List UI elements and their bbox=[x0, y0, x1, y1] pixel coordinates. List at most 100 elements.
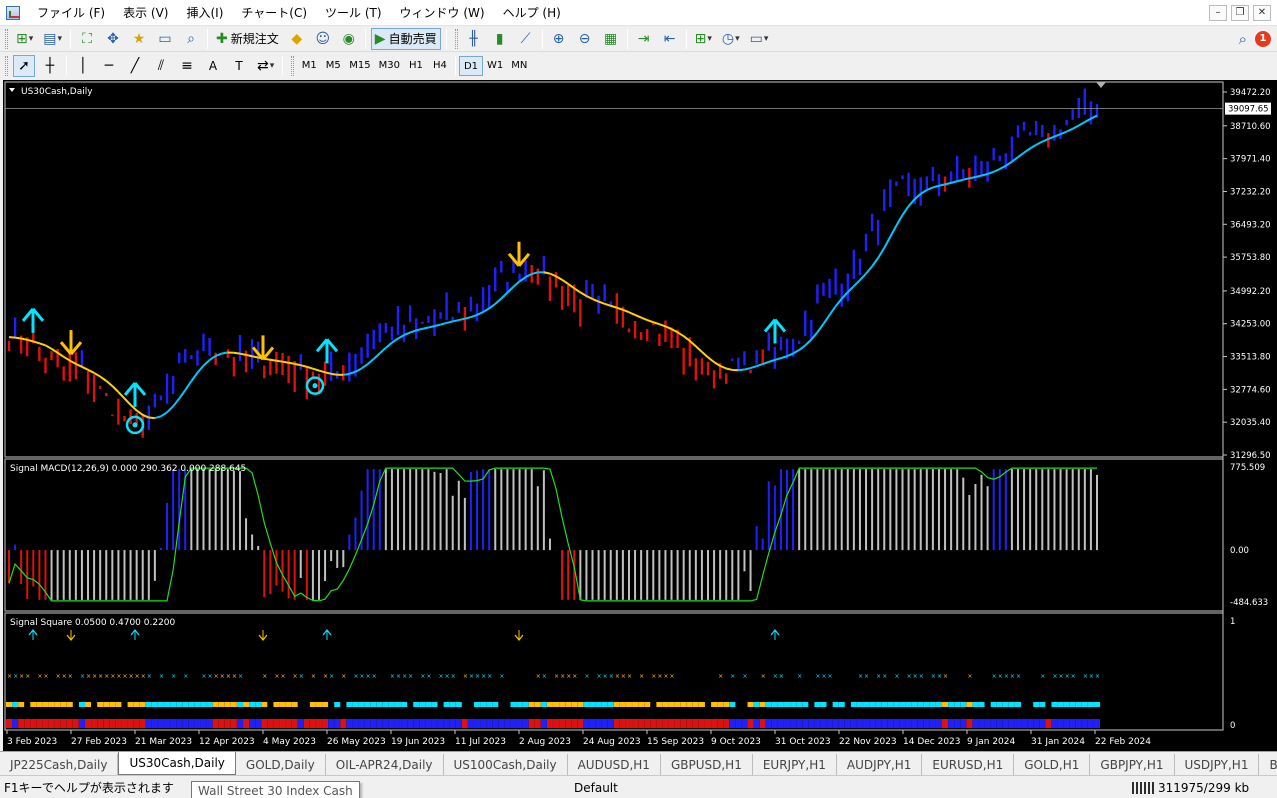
timeframe-m1[interactable]: M1 bbox=[297, 56, 321, 76]
tab-eurusd-h1[interactable]: EURUSD,H1 bbox=[922, 754, 1015, 775]
tab-gbpjpy-h1[interactable]: GBPJPY,H1 bbox=[1090, 754, 1175, 775]
square-state-block bbox=[905, 702, 912, 707]
menu-file[interactable]: ファイル (F) bbox=[28, 0, 114, 26]
tab-us100cash-daily[interactable]: US100Cash,Daily bbox=[444, 754, 568, 775]
toolbar-grip[interactable] bbox=[5, 55, 8, 76]
fibonacci-tool[interactable]: ≡ bbox=[176, 55, 198, 77]
restore-button[interactable]: ❐ bbox=[1231, 4, 1249, 21]
text-tool[interactable]: A bbox=[202, 55, 224, 77]
zoom-out-button[interactable]: ⊖ bbox=[574, 28, 596, 50]
tab-gbpusd-h1[interactable]: GBPUSD,H1 bbox=[661, 754, 753, 775]
line-chart-button[interactable]: ⟋ bbox=[515, 28, 537, 50]
new-order-button[interactable]: ✚ 新規注文 bbox=[213, 28, 282, 50]
market-watch-button[interactable]: ⛶ bbox=[76, 28, 98, 50]
chart-shift-button[interactable]: ⇤ bbox=[659, 28, 681, 50]
menu-chart[interactable]: チャート(C) bbox=[232, 0, 316, 26]
menu-view[interactable]: 表示 (V) bbox=[114, 0, 177, 26]
toolbar-grip[interactable] bbox=[291, 55, 295, 76]
timeframe-m15[interactable]: M15 bbox=[345, 56, 374, 76]
menu-insert[interactable]: 挿入(I) bbox=[177, 0, 232, 26]
square-state-block bbox=[528, 702, 535, 707]
square-marker-icon: × bbox=[451, 673, 456, 680]
auto-scroll-button[interactable]: ⇥ bbox=[633, 28, 655, 50]
chart-window[interactable]: × × × × × × × × × × × × × × × × × × × × × × × × × × × × × × × × × × × × × × × ×… bbox=[3, 80, 1277, 751]
timeframe-d1[interactable]: D1 bbox=[458, 55, 484, 76]
menu-window[interactable]: ウィンドウ (W) bbox=[391, 0, 494, 26]
indicators-button[interactable]: ⊞ bbox=[692, 28, 715, 50]
candlestick-button[interactable]: ▮ bbox=[489, 28, 511, 50]
timeframe-w1[interactable]: W1 bbox=[483, 56, 507, 76]
tab-oil-apr24-daily[interactable]: OIL-APR24,Daily bbox=[326, 754, 444, 775]
minimize-button[interactable]: – bbox=[1209, 4, 1227, 21]
chart-canvas[interactable]: × × × × × × × × × × × × × × × × × × × × × × × × × × × × × × × × × × × × × × × ×… bbox=[3, 80, 1277, 751]
timeframe-h4[interactable]: H4 bbox=[428, 56, 452, 76]
square-trend-block bbox=[680, 719, 687, 728]
community-button[interactable]: ☺ bbox=[312, 28, 334, 50]
bar-chart-button[interactable]: ╫ bbox=[463, 28, 485, 50]
templates-button[interactable]: ▭ bbox=[747, 28, 772, 50]
square-state-block bbox=[522, 702, 529, 707]
menu-tools[interactable]: ツール (T) bbox=[316, 0, 391, 26]
tab-us30cash-daily[interactable]: US30Cash,Daily bbox=[118, 752, 236, 775]
tab-audjpy-h1[interactable]: AUDJPY,H1 bbox=[837, 754, 923, 775]
timeframe-h1[interactable]: H1 bbox=[404, 56, 428, 76]
square-trend-block bbox=[18, 719, 25, 728]
notification-badge[interactable]: 1 bbox=[1255, 30, 1271, 47]
chart-shift-marker-icon[interactable] bbox=[1096, 82, 1106, 88]
square-marker-icon: × bbox=[171, 673, 176, 680]
square-trend-block bbox=[91, 719, 98, 728]
vertical-line-tool[interactable]: │ bbox=[72, 55, 94, 77]
trendline-tool[interactable]: ╱ bbox=[124, 55, 146, 77]
zoom-in-button[interactable]: ⊕ bbox=[548, 28, 570, 50]
horizontal-line-tool[interactable]: ─ bbox=[98, 55, 120, 77]
tab-gold-h1[interactable]: GOLD,H1 bbox=[1014, 754, 1091, 775]
toolbar-grip[interactable] bbox=[5, 28, 8, 49]
metaeditor-button[interactable]: ◆ bbox=[286, 28, 308, 50]
timeframe-mn[interactable]: MN bbox=[507, 56, 531, 76]
toolbar-grip[interactable] bbox=[454, 28, 458, 49]
tab-usdjpy-h1[interactable]: USDJPY,H1 bbox=[1175, 754, 1260, 775]
crosshair-tool[interactable]: ┼ bbox=[39, 55, 61, 77]
new-chart-button[interactable]: ⊞ bbox=[13, 28, 36, 50]
auto-trading-button[interactable]: ▶ 自動売買 bbox=[370, 27, 441, 50]
tab-eurjpy-h1[interactable]: EURJPY,H1 bbox=[753, 754, 837, 775]
signals-button[interactable]: ◉ bbox=[338, 28, 360, 50]
square-marker-icon: × bbox=[122, 673, 127, 680]
timeframe-m30[interactable]: M30 bbox=[375, 56, 404, 76]
ma-line-segment bbox=[1035, 140, 1043, 146]
tile-windows-button[interactable]: ▦ bbox=[600, 28, 622, 50]
symbol-dropdown-icon[interactable] bbox=[9, 88, 15, 92]
profiles-button[interactable]: ▤ bbox=[40, 28, 65, 50]
strategy-tester-button[interactable]: ⌕ bbox=[180, 28, 202, 50]
data-window-button[interactable]: ✥ bbox=[102, 28, 124, 50]
ma-line-segment bbox=[148, 416, 155, 420]
square-marker-icon: × bbox=[913, 673, 918, 680]
square-trend-block bbox=[431, 719, 438, 728]
tab-gold-daily[interactable]: GOLD,Daily bbox=[236, 754, 326, 775]
zoom-in-icon: ⊕ bbox=[552, 30, 565, 47]
timeframe-m5[interactable]: M5 bbox=[321, 56, 345, 76]
label-tool[interactable]: T bbox=[228, 55, 250, 77]
menu-help[interactable]: ヘルプ (H) bbox=[494, 0, 570, 26]
tab-jp225cash-daily[interactable]: JP225Cash,Daily bbox=[0, 754, 119, 775]
search-icon[interactable]: ⌕ bbox=[1239, 30, 1247, 48]
trendline-icon: ╱ bbox=[130, 57, 140, 74]
shapes-tool[interactable]: ⇄ bbox=[254, 55, 277, 77]
cursor-tool[interactable]: ➚ bbox=[13, 54, 35, 77]
square-trend-block bbox=[607, 719, 614, 728]
navigator-button[interactable]: ★ bbox=[128, 28, 150, 50]
square-trend-block bbox=[461, 719, 468, 728]
tab-audusd-h1[interactable]: AUDUSD,H1 bbox=[568, 754, 661, 775]
square-trend-block bbox=[449, 719, 456, 728]
square-trend-block bbox=[850, 719, 857, 728]
square-state-block bbox=[753, 702, 760, 707]
channel-tool[interactable]: ⫽ bbox=[150, 55, 172, 77]
close-button[interactable]: ✕ bbox=[1253, 4, 1271, 21]
terminal-button[interactable]: ▭ bbox=[154, 28, 176, 50]
square-trend-block bbox=[12, 719, 19, 728]
ma-line-segment bbox=[744, 367, 751, 371]
periods-button[interactable]: ◷ bbox=[719, 28, 743, 50]
square-state-block bbox=[419, 702, 426, 707]
square-trend-block bbox=[42, 719, 49, 728]
tab-btcusd-h1[interactable]: BTCUSD,H1 bbox=[1259, 754, 1277, 775]
